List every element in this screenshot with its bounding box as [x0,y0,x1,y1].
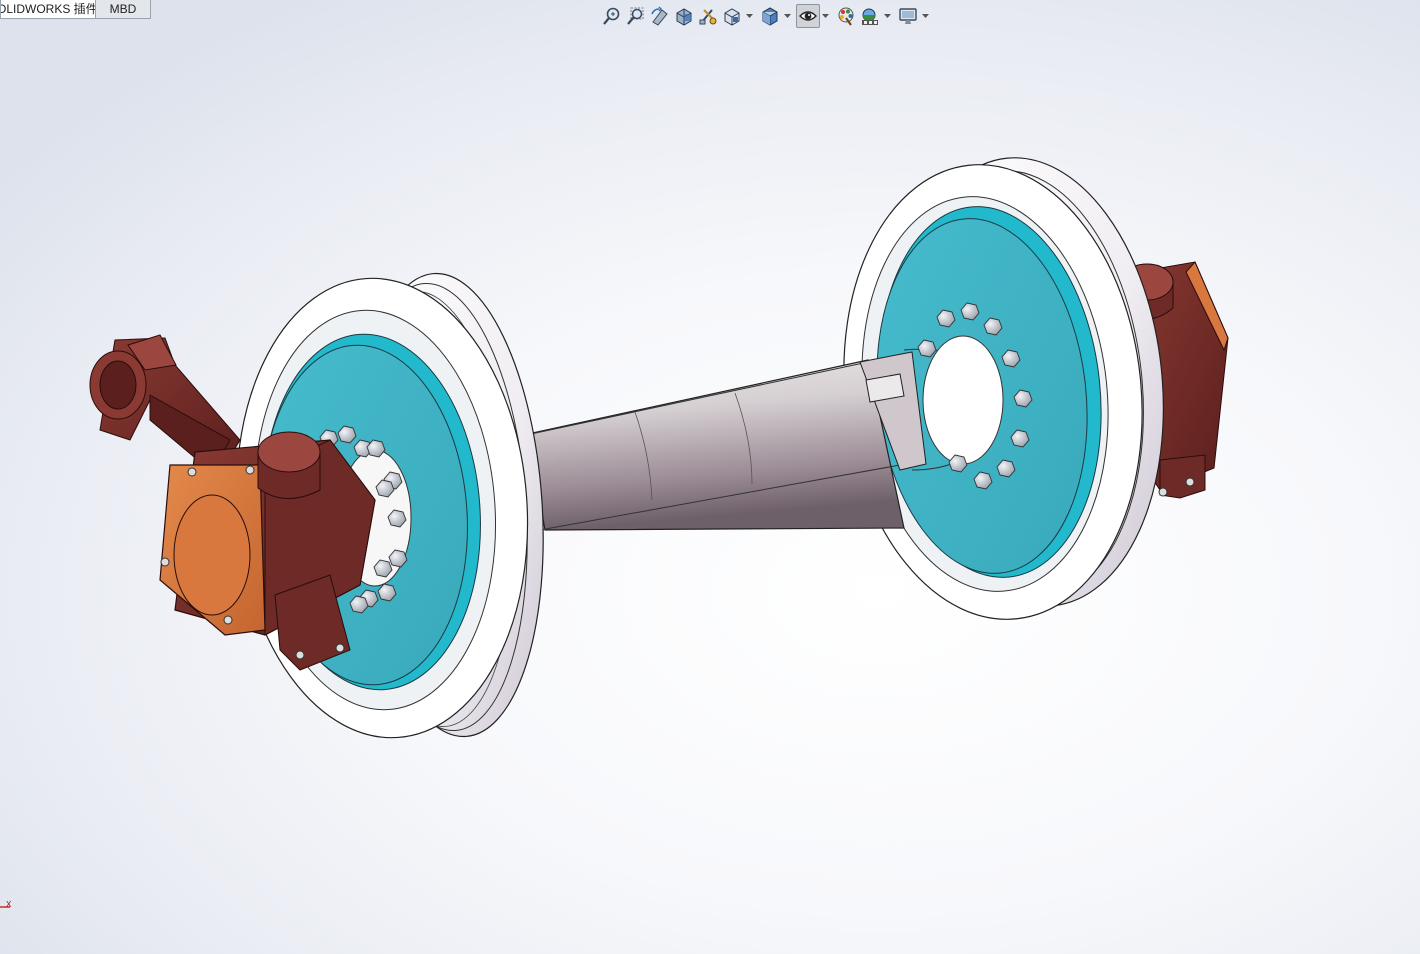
triad-x-label: X [6,900,12,909]
graphics-area[interactable] [0,20,1420,954]
command-manager-tabs: OLIDWORKS 插件 MBD [0,0,151,20]
chevron-down-icon [883,13,891,18]
left-axle-box [159,431,376,671]
tab-solidworks-addins[interactable]: OLIDWORKS 插件 [0,0,96,19]
chevron-down-icon [821,13,829,18]
chevron-down-icon [783,13,791,18]
chevron-down-icon [921,13,929,18]
wheelset-assembly [89,157,1229,739]
tab-mbd[interactable]: MBD [95,0,151,19]
chevron-down-icon [745,13,753,18]
